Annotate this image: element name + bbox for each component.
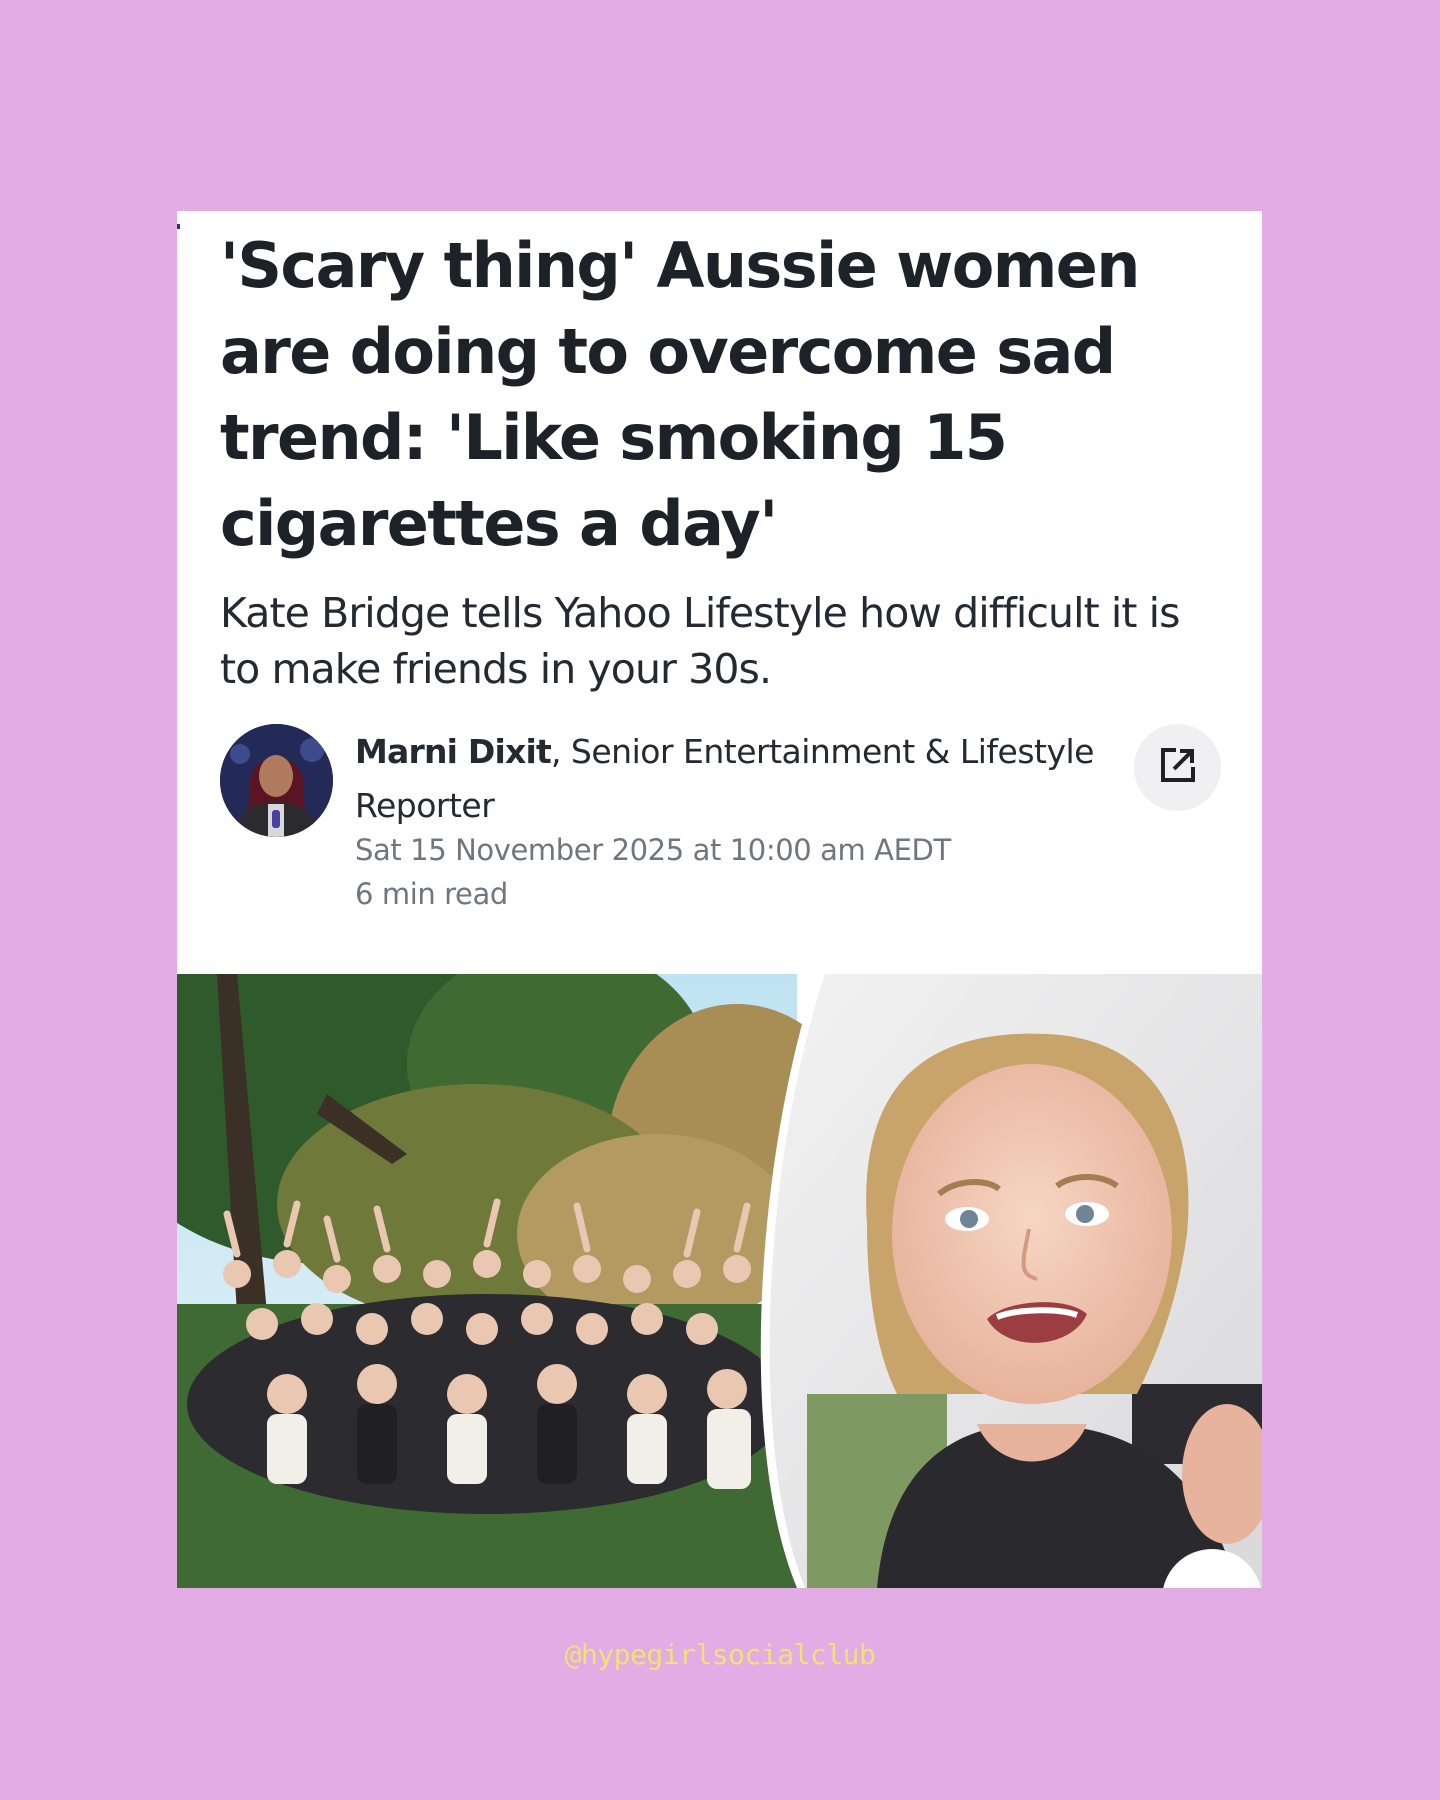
share-button[interactable] (1134, 724, 1221, 811)
external-link-icon (1158, 745, 1198, 790)
publish-date: Sat 15 November 2025 at 10:00 am AEDT (355, 833, 951, 867)
author-avatar[interactable] (220, 724, 333, 837)
article-card: 'Scary thing' Aussie women are doing to … (177, 211, 1262, 1588)
read-time: 6 min read (355, 877, 508, 911)
card-edge-marker (177, 224, 180, 229)
article-headline: 'Scary thing' Aussie women are doing to … (220, 229, 1140, 560)
article-subheadline: Kate Bridge tells Yahoo Lifestyle how di… (220, 589, 1181, 693)
author-byline: Marni Dixit, Senior Entertainment & Life… (355, 725, 1125, 833)
author-name[interactable]: Marni Dixit (355, 732, 552, 771)
watermark-handle: @hypegirlsocialclub (564, 1638, 876, 1671)
article-hero-image (177, 974, 1262, 1588)
